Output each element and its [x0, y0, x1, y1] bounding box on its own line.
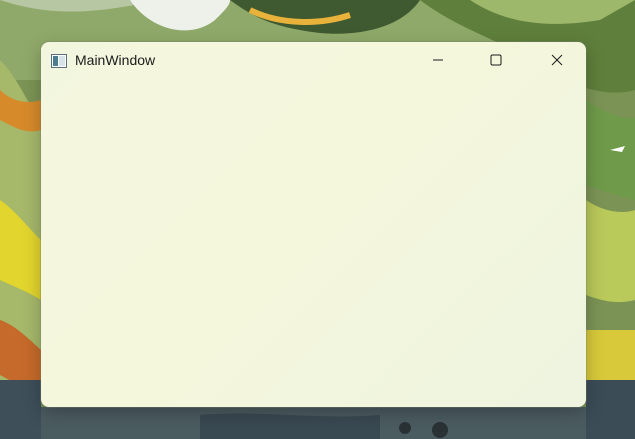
main-window[interactable]: MainWindow: [41, 42, 586, 407]
window-client-area: [41, 78, 586, 407]
maximize-button[interactable]: [467, 42, 525, 78]
minimize-icon: [432, 51, 444, 70]
close-icon: [551, 51, 563, 70]
close-button[interactable]: [528, 42, 586, 78]
title-bar[interactable]: MainWindow: [41, 42, 586, 78]
minimize-button[interactable]: [409, 42, 467, 78]
maximize-icon: [490, 51, 502, 70]
desktop: MainWindow: [0, 0, 635, 439]
app-window-icon: [51, 53, 67, 68]
window-title: MainWindow: [75, 52, 156, 68]
